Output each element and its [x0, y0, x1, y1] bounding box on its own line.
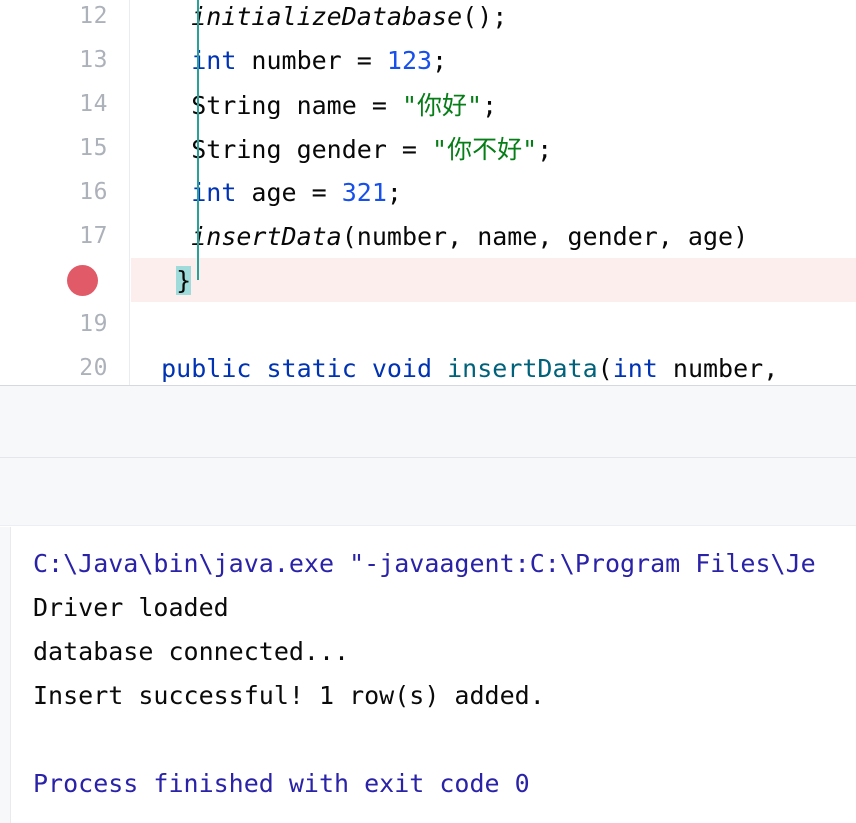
code-token: number,	[657, 353, 779, 383]
code-token: ();	[462, 1, 508, 31]
ide-run-window: 12 13 14 15 16 17 19 20 initializeDatabase(); i…	[0, 0, 856, 823]
code-line[interactable]: int age = 321;	[131, 170, 856, 214]
code-token: ;	[386, 177, 402, 207]
code-line[interactable]	[131, 302, 856, 346]
breakpoint-icon[interactable]	[67, 264, 98, 296]
code-editor[interactable]: 12 13 14 15 16 17 19 20 initializeDatabase(); i…	[0, 0, 856, 386]
code-token: number =	[236, 45, 387, 75]
code-token: public static void	[161, 353, 433, 383]
code-token: ;	[432, 45, 448, 75]
code-token: insertData	[191, 221, 342, 251]
code-token: "你好"	[401, 91, 483, 120]
line-number: 12	[79, 3, 108, 29]
code-token: (number, name, gender, age)	[341, 221, 749, 251]
breakpoint-marker[interactable]	[0, 258, 108, 302]
code-token: ;	[537, 135, 553, 164]
line-number: 17	[79, 223, 108, 249]
run-tool-window-tabbar: n Main	[0, 386, 856, 822]
code-token: String gender =	[131, 135, 433, 164]
code-token: age =	[236, 177, 342, 207]
code-line[interactable]: insertData(number, name, gender, age)	[131, 214, 856, 258]
console-toolbar	[0, 458, 856, 526]
code-token: initializeDatabase	[191, 1, 463, 31]
indent-guide	[197, 0, 199, 280]
console-line: database connected...	[33, 636, 350, 666]
console-line: C:\Java\bin\java.exe "-javaagent:C:\Prog…	[33, 548, 816, 578]
code-line[interactable]: initializeDatabase();	[131, 0, 856, 38]
line-number: 15	[79, 135, 108, 161]
code-token: }	[176, 265, 192, 295]
code-token: String name =	[131, 91, 402, 120]
console-text[interactable]: C:\Java\bin\java.exe "-javaagent:C:\Prog…	[33, 541, 856, 823]
line-number: 13	[79, 47, 108, 73]
editor-gutter[interactable]: 12 13 14 15 16 17 19 20	[0, 0, 130, 386]
line-number: 16	[79, 179, 108, 205]
console-output-panel[interactable]: C:\Java\bin\java.exe "-javaagent:C:\Prog…	[0, 527, 856, 823]
code-line[interactable]: String name = "你好";	[131, 82, 856, 126]
code-token: ;	[482, 91, 498, 120]
code-line[interactable]: }	[131, 258, 856, 302]
console-line: Process finished with exit code 0	[33, 768, 530, 798]
line-number: 20	[79, 355, 108, 381]
code-line[interactable]: int number = 123;	[131, 38, 856, 82]
code-token: insertData	[447, 353, 598, 383]
console-gutter	[0, 527, 11, 823]
line-number: 19	[79, 311, 108, 337]
console-line: Insert successful! 1 row(s) added.	[33, 680, 545, 710]
code-token: int	[612, 353, 658, 383]
code-token: (	[597, 353, 613, 383]
editor-code-area[interactable]: initializeDatabase(); int number = 123; …	[131, 0, 856, 386]
code-token: "你不好"	[432, 135, 538, 164]
code-token: 123	[386, 45, 433, 75]
code-line[interactable]: public static void insertData(int number…	[131, 346, 856, 386]
code-line[interactable]: String gender = "你不好";	[131, 126, 856, 170]
console-line: Driver loaded	[33, 592, 229, 622]
code-token: 321	[341, 177, 387, 207]
line-number: 14	[79, 91, 108, 117]
